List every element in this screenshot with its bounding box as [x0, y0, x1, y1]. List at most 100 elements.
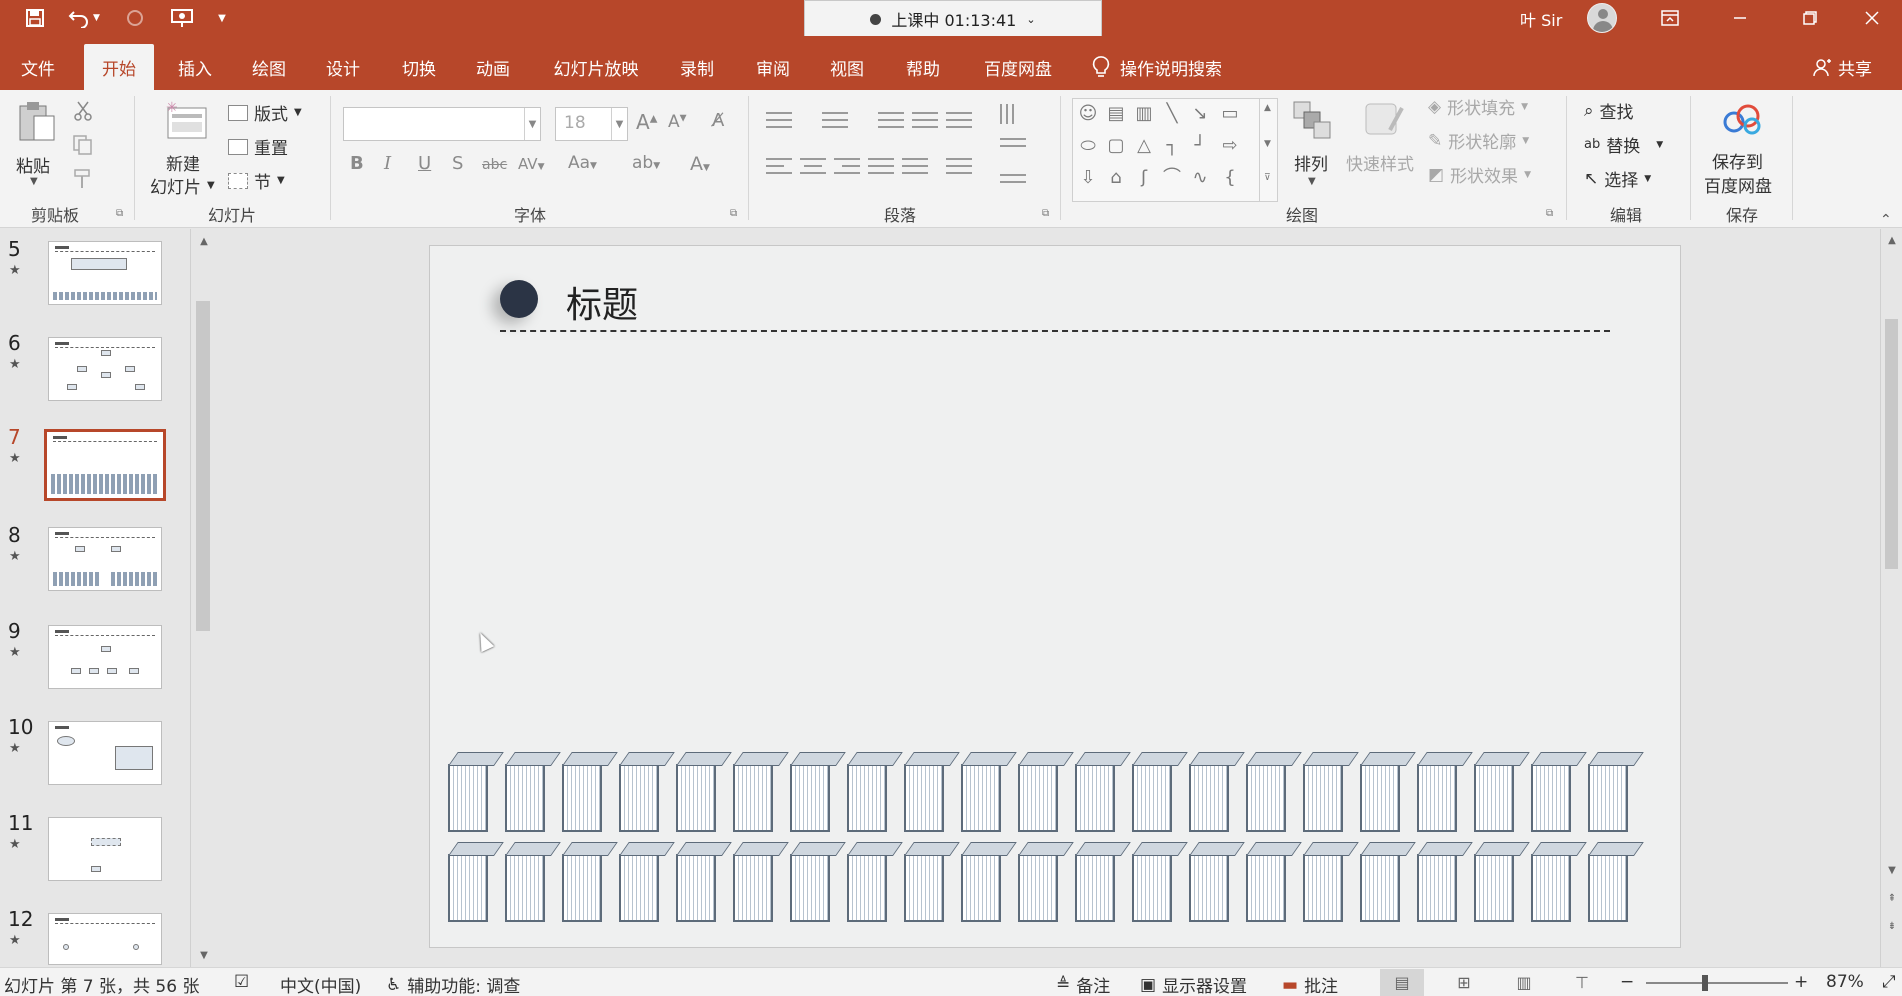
- notes-button[interactable]: ≜ 备注: [1056, 972, 1110, 996]
- reading-view-icon[interactable]: ▥: [1502, 969, 1546, 996]
- normal-view-icon[interactable]: ▤: [1380, 969, 1424, 996]
- line-spacing-icon[interactable]: [946, 112, 972, 134]
- more-shapes-icon[interactable]: ⊽: [1264, 173, 1271, 183]
- slide-canvas[interactable]: 标题: [429, 245, 1681, 948]
- tab-home[interactable]: 开始: [84, 44, 154, 90]
- drawing-launcher-icon[interactable]: ⧉: [1546, 208, 1553, 219]
- new-slide-icon[interactable]: ✳: [162, 100, 210, 148]
- underline-icon[interactable]: U: [418, 153, 431, 174]
- close-icon[interactable]: [1842, 0, 1902, 36]
- elbow-arrow-shape-icon[interactable]: ┘: [1189, 137, 1211, 155]
- chevron-down-icon[interactable]: ▼: [611, 108, 627, 140]
- scribble-shape-icon[interactable]: ʃ: [1133, 169, 1155, 187]
- copy-icon[interactable]: [72, 134, 94, 160]
- shape-outline-button[interactable]: ✎ 形状轮廓 ▼: [1428, 128, 1529, 154]
- chevron-down-icon[interactable]: ▼: [1308, 176, 1316, 187]
- save-icon[interactable]: [18, 0, 52, 36]
- scroll-up-icon[interactable]: ▲: [1881, 231, 1902, 249]
- server-row-top[interactable]: [448, 752, 1644, 832]
- font-color-icon[interactable]: A▼: [690, 153, 710, 175]
- character-spacing-icon[interactable]: AV▼: [518, 155, 545, 173]
- next-slide-icon[interactable]: ⇟: [1881, 917, 1902, 935]
- chevron-down-icon[interactable]: ▼: [1264, 139, 1271, 149]
- paragraph-launcher-icon[interactable]: ⧉: [1042, 208, 1049, 219]
- quick-styles-label[interactable]: 快速样式: [1346, 150, 1414, 175]
- down-arrow-shape-icon[interactable]: ⇩: [1077, 169, 1099, 187]
- customize-qat-icon[interactable]: ▼: [210, 0, 234, 36]
- align-center-icon[interactable]: [800, 158, 826, 180]
- tab-record[interactable]: 录制: [668, 44, 726, 90]
- collapse-ribbon-icon[interactable]: ⌃: [1880, 212, 1892, 228]
- baidu-cloud-icon[interactable]: [1720, 102, 1764, 140]
- avatar[interactable]: [1587, 3, 1617, 33]
- columns-icon[interactable]: [946, 158, 972, 180]
- ribbon-display-icon[interactable]: [1640, 0, 1700, 36]
- comments-button[interactable]: ▬ 批注: [1282, 972, 1338, 996]
- chevron-down-icon[interactable]: ▼: [524, 108, 540, 140]
- scroll-down-icon[interactable]: ▼: [1881, 861, 1902, 879]
- tab-review[interactable]: 审阅: [744, 44, 802, 90]
- shape-fill-button[interactable]: ◈ 形状填充 ▼: [1428, 94, 1528, 120]
- shapes-gallery[interactable]: ☺ ▤ ▥ ╲ ↘ ▭ ⬭ ▢ △ ┐ ┘ ⇨ ⇩ ⌂ ʃ ⌒ ∿ { ▲ ▼ …: [1072, 98, 1278, 202]
- bold-icon[interactable]: B: [350, 153, 364, 174]
- textbox-shape-icon[interactable]: ▤: [1105, 105, 1127, 123]
- tab-transitions[interactable]: 切换: [390, 44, 448, 90]
- slide-thumbnail-7[interactable]: [44, 429, 166, 501]
- save-to-label-2[interactable]: 百度网盘: [1704, 172, 1772, 197]
- zoom-level[interactable]: 87%: [1826, 972, 1864, 992]
- tab-file[interactable]: 文件: [4, 44, 72, 90]
- vertical-textbox-shape-icon[interactable]: ▥: [1133, 105, 1155, 123]
- share-button[interactable]: 共享: [1812, 44, 1872, 90]
- italic-icon[interactable]: I: [384, 153, 391, 174]
- right-arrow-shape-icon[interactable]: ⇨: [1219, 137, 1241, 155]
- increase-font-icon[interactable]: A▲: [636, 110, 657, 134]
- editor-scrollbar[interactable]: ▲ ▼ ⇞ ⇟: [1880, 229, 1902, 967]
- tell-me-search[interactable]: 操作说明搜索: [1092, 44, 1222, 90]
- tab-design[interactable]: 设计: [314, 44, 372, 90]
- line-shape-icon[interactable]: ╲: [1161, 105, 1183, 123]
- slide-thumbnail-5[interactable]: [48, 241, 162, 305]
- curve-shape-icon[interactable]: ∿: [1189, 169, 1211, 187]
- slide-thumbnail-8[interactable]: [48, 527, 162, 591]
- decrease-font-icon[interactable]: A▼: [668, 112, 687, 132]
- slide-thumbnail-10[interactable]: [48, 721, 162, 785]
- zoom-slider[interactable]: [1646, 982, 1788, 984]
- tab-help[interactable]: 帮助: [894, 44, 952, 90]
- language-indicator[interactable]: 中文(中国): [280, 972, 361, 996]
- select-button[interactable]: ↖ 选择 ▼: [1584, 166, 1651, 192]
- font-launcher-icon[interactable]: ⧉: [730, 208, 737, 219]
- paste-label[interactable]: 粘贴: [16, 152, 50, 177]
- save-to-label-1[interactable]: 保存到: [1712, 148, 1763, 173]
- tab-draw[interactable]: 绘图: [240, 44, 298, 90]
- accessibility-button[interactable]: ♿ 辅助功能: 调查: [386, 972, 520, 996]
- zoom-slider-thumb[interactable]: [1702, 975, 1708, 991]
- recording-indicator[interactable]: 上课中 01:13:41 ⌄: [804, 0, 1102, 38]
- fit-slide-icon[interactable]: ⤢: [1882, 972, 1896, 992]
- zoom-in-button[interactable]: +: [1794, 972, 1808, 992]
- freeform-shape-icon[interactable]: ⌂: [1105, 169, 1127, 187]
- undo-icon[interactable]: ▼: [62, 0, 106, 36]
- chevron-up-icon[interactable]: ▲: [1264, 103, 1271, 113]
- clear-formatting-icon[interactable]: A̸: [712, 110, 724, 131]
- clipboard-launcher-icon[interactable]: ⧉: [116, 208, 123, 219]
- find-button[interactable]: ⌕ 查找: [1584, 98, 1634, 124]
- slide-thumbnail-6[interactable]: [48, 337, 162, 401]
- increase-indent-icon[interactable]: [912, 112, 938, 134]
- new-slide-label-1[interactable]: 新建: [166, 150, 200, 175]
- redo-icon[interactable]: [118, 0, 152, 36]
- present-from-start-icon[interactable]: [164, 0, 200, 36]
- scroll-thumb[interactable]: [1885, 319, 1898, 569]
- align-text-icon[interactable]: [1000, 138, 1026, 160]
- slide-counter[interactable]: 幻灯片 第 7 张，共 56 张: [4, 972, 199, 996]
- layout-button[interactable]: 版式 ▼: [228, 100, 302, 125]
- scroll-up-icon[interactable]: ▲: [191, 231, 217, 251]
- slide-thumbnail-11[interactable]: [48, 817, 162, 881]
- previous-slide-icon[interactable]: ⇞: [1881, 889, 1902, 907]
- smartart-icon[interactable]: [1000, 174, 1026, 196]
- distribute-icon[interactable]: [902, 158, 928, 180]
- paste-icon[interactable]: [16, 100, 58, 148]
- brace-shape-icon[interactable]: {: [1219, 169, 1241, 187]
- scroll-down-icon[interactable]: ▼: [191, 945, 217, 965]
- replace-button[interactable]: ab 替换 ▼: [1584, 132, 1663, 157]
- quick-styles-icon[interactable]: [1362, 100, 1406, 144]
